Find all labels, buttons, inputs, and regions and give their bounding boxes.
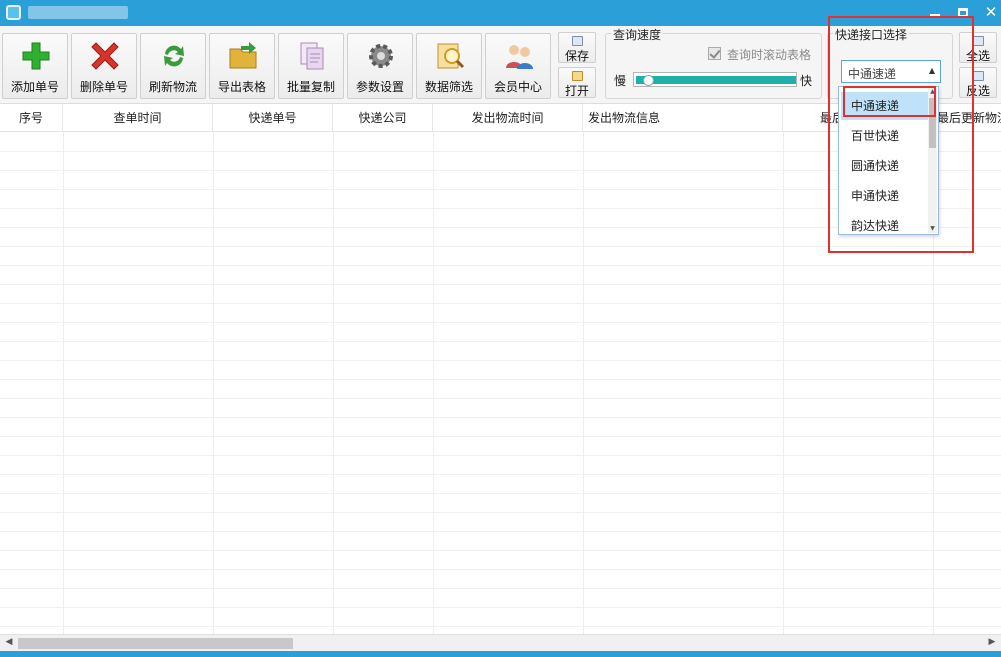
- table-row: [0, 398, 1001, 399]
- export-table-button[interactable]: 导出表格: [209, 33, 275, 99]
- refresh-logistics-label: 刷新物流: [148, 80, 197, 94]
- table-row: [0, 265, 1001, 266]
- app-icon: [6, 5, 21, 20]
- scroll-table-label: 查询时滚动表格: [727, 48, 812, 62]
- table-row: [0, 531, 1001, 532]
- column-divider: [783, 132, 784, 634]
- horizontal-scrollbar[interactable]: ◀ ▶: [0, 634, 1001, 651]
- slow-label: 慢: [614, 74, 627, 88]
- status-strip: [0, 651, 1001, 657]
- column-header-dispatch-info[interactable]: 发出物流信息: [583, 104, 783, 132]
- settings-label: 参数设置: [355, 80, 404, 94]
- speed-slider-fill: [636, 76, 796, 84]
- table-row: [0, 588, 1001, 589]
- settings-button[interactable]: 参数设置: [347, 33, 413, 99]
- horizontal-scroll-thumb[interactable]: [18, 638, 293, 649]
- scroll-right-icon[interactable]: ▶: [985, 637, 999, 649]
- table-row: [0, 322, 1001, 323]
- save-icon: [572, 36, 583, 46]
- member-center-label: 会员中心: [493, 80, 542, 94]
- magnifier-icon: [437, 43, 465, 69]
- copy-icon: [300, 42, 324, 70]
- open-label: 打开: [564, 84, 589, 98]
- open-folder-icon: [572, 71, 583, 81]
- table-row: [0, 360, 1001, 361]
- users-icon: [506, 45, 533, 69]
- column-header-tracking-number[interactable]: 快递单号: [213, 104, 333, 132]
- window-title: [28, 6, 128, 19]
- table-row: [0, 626, 1001, 627]
- table-row: [0, 493, 1001, 494]
- column-header-courier[interactable]: 快递公司: [333, 104, 433, 132]
- select-all-icon: [973, 36, 984, 46]
- column-divider: [63, 132, 64, 634]
- table-row: [0, 417, 1001, 418]
- close-icon: ✕: [984, 3, 998, 21]
- table-row: [0, 284, 1001, 285]
- batch-copy-button[interactable]: 批量复制: [278, 33, 344, 99]
- gear-icon: [369, 44, 393, 68]
- table-row: [0, 303, 1001, 304]
- batch-copy-label: 批量复制: [286, 80, 335, 94]
- query-speed-title: 查询速度: [611, 26, 664, 43]
- refresh-icon: [164, 45, 184, 67]
- add-number-label: 添加单号: [10, 80, 59, 94]
- close-button[interactable]: ✕: [978, 0, 1001, 26]
- export-table-label: 导出表格: [217, 80, 266, 94]
- delete-number-label: 删除单号: [79, 80, 128, 94]
- scroll-left-icon[interactable]: ◀: [2, 637, 16, 649]
- refresh-logistics-button[interactable]: 刷新物流: [140, 33, 206, 99]
- table-row: [0, 512, 1001, 513]
- delete-number-button[interactable]: 删除单号: [71, 33, 137, 99]
- table-row: [0, 341, 1001, 342]
- invert-selection-icon: [973, 71, 984, 81]
- column-divider: [213, 132, 214, 634]
- column-header-index[interactable]: 序号: [0, 104, 63, 132]
- data-filter-label: 数据筛选: [424, 80, 473, 94]
- open-button[interactable]: 打开: [558, 67, 596, 98]
- highlight-box-selected: [843, 86, 936, 117]
- table-row: [0, 569, 1001, 570]
- speed-slider-thumb[interactable]: [643, 75, 654, 86]
- table-row: [0, 379, 1001, 380]
- table-row: [0, 436, 1001, 437]
- member-center-button[interactable]: 会员中心: [485, 33, 551, 99]
- save-label: 保存: [564, 49, 589, 63]
- folder-export-icon: [229, 42, 257, 69]
- scroll-table-checkbox[interactable]: [708, 47, 721, 60]
- speed-slider[interactable]: [633, 72, 797, 87]
- data-filter-button[interactable]: 数据筛选: [416, 33, 482, 99]
- column-header-query-time[interactable]: 查单时间: [63, 104, 213, 132]
- column-divider: [433, 132, 434, 634]
- highlight-box: [828, 16, 974, 253]
- fast-label: 快: [800, 74, 813, 88]
- table-row: [0, 455, 1001, 456]
- query-speed-group: 查询速度 查询时滚动表格 慢 快: [605, 26, 822, 99]
- column-divider: [333, 132, 334, 634]
- table-row: [0, 474, 1001, 475]
- table-row: [0, 607, 1001, 608]
- column-divider: [583, 132, 584, 634]
- column-header-dispatch-time[interactable]: 发出物流时间: [433, 104, 583, 132]
- save-button[interactable]: 保存: [558, 32, 596, 63]
- add-number-button[interactable]: 添加单号: [2, 33, 68, 99]
- delete-icon: [91, 42, 119, 70]
- add-icon: [22, 42, 50, 70]
- table-row: [0, 550, 1001, 551]
